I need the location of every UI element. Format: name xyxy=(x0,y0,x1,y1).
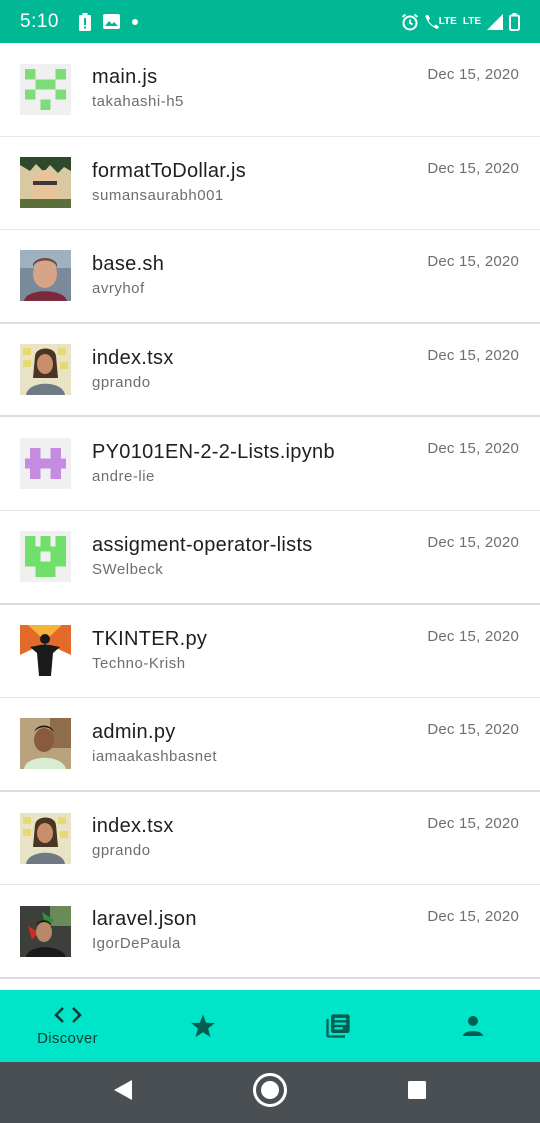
avatar xyxy=(20,438,71,490)
gist-owner: gprando xyxy=(92,842,151,860)
recents-icon xyxy=(407,1080,427,1105)
gist-owner: andre-lie xyxy=(92,467,155,485)
lte-icon: LTE xyxy=(462,16,481,27)
avatar xyxy=(20,812,71,864)
nav-library[interactable] xyxy=(270,990,405,1062)
gist-owner: sumansaurabh001 xyxy=(92,186,224,204)
battery-alert-icon xyxy=(78,12,91,31)
list-item[interactable]: laravel.json IgorDePaula Dec 15, 2020 xyxy=(0,885,540,979)
gist-owner: avryhof xyxy=(92,279,145,297)
gist-date: Dec 15, 2020 xyxy=(427,159,519,177)
nav-discover-label: Discover xyxy=(37,1029,98,1047)
gist-list[interactable]: main.js takahashi-h5 Dec 15, 2020 format… xyxy=(0,43,540,990)
gist-date: Dec 15, 2020 xyxy=(427,440,519,458)
list-item[interactable]: index.tsx gprando Dec 15, 2020 xyxy=(0,324,540,418)
alarm-icon xyxy=(401,13,419,31)
bottom-navigation: Discover xyxy=(0,990,540,1062)
gist-date: Dec 15, 2020 xyxy=(427,253,519,271)
avatar xyxy=(20,905,71,957)
dot-icon xyxy=(131,18,138,25)
avatar xyxy=(20,531,71,583)
nav-discover[interactable]: Discover xyxy=(0,990,135,1062)
gist-date: Dec 15, 2020 xyxy=(427,814,519,832)
gist-owner: SWelbeck xyxy=(92,560,164,578)
list-item[interactable]: TKINTER.py Techno-Krish Dec 15, 2020 xyxy=(0,605,540,699)
list-item[interactable]: assigment-operator-lists SWelbeck Dec 15… xyxy=(0,511,540,605)
status-bar: 5:10 LTE LTE xyxy=(0,0,540,43)
system-navigation-bar xyxy=(0,1062,540,1123)
image-icon xyxy=(102,14,120,29)
gist-owner: iamaakashbasnet xyxy=(92,747,218,765)
nav-starred[interactable] xyxy=(135,990,270,1062)
list-item[interactable]: PY0101EN-2-2-Lists.ipynb andre-lie Dec 1… xyxy=(0,417,540,511)
back-icon xyxy=(113,1079,133,1106)
gist-date: Dec 15, 2020 xyxy=(427,908,519,926)
gist-owner: IgorDePaula xyxy=(92,935,181,953)
list-item[interactable]: main.js takahashi-h5 Dec 15, 2020 xyxy=(0,43,540,137)
avatar xyxy=(20,157,71,209)
list-item[interactable]: formatToDollar.js sumansaurabh001 Dec 15… xyxy=(0,137,540,231)
recents-button[interactable] xyxy=(387,1068,447,1118)
library-icon xyxy=(324,1012,352,1040)
signal-icon xyxy=(487,13,503,30)
gist-date: Dec 15, 2020 xyxy=(427,66,519,83)
wifi-calling-lte-icon: LTE xyxy=(425,14,457,30)
gist-owner: gprando xyxy=(92,373,151,391)
gist-date: Dec 15, 2020 xyxy=(427,533,519,551)
back-button[interactable] xyxy=(93,1068,153,1118)
gist-owner: takahashi-h5 xyxy=(92,93,184,111)
avatar xyxy=(20,625,71,677)
code-icon xyxy=(53,1006,82,1024)
list-item[interactable]: base.sh avryhof Dec 15, 2020 xyxy=(0,230,540,324)
person-icon xyxy=(461,1014,485,1038)
gist-date: Dec 15, 2020 xyxy=(427,721,519,739)
star-icon xyxy=(190,1014,216,1039)
avatar xyxy=(20,250,71,302)
avatar xyxy=(20,344,71,396)
home-button[interactable] xyxy=(240,1068,300,1118)
home-icon xyxy=(252,1072,288,1113)
gist-owner: Techno-Krish xyxy=(92,654,186,672)
lte-label: LTE xyxy=(438,16,457,27)
avatar xyxy=(20,718,71,770)
gist-date: Dec 15, 2020 xyxy=(427,346,519,364)
status-time: 5:10 xyxy=(20,10,59,32)
battery-icon xyxy=(509,12,520,31)
list-item[interactable]: admin.py iamaakashbasnet Dec 15, 2020 xyxy=(0,698,540,792)
gist-date: Dec 15, 2020 xyxy=(427,627,519,645)
nav-profile[interactable] xyxy=(405,990,540,1062)
list-item[interactable]: index.tsx gprando Dec 15, 2020 xyxy=(0,792,540,886)
avatar xyxy=(20,63,71,115)
